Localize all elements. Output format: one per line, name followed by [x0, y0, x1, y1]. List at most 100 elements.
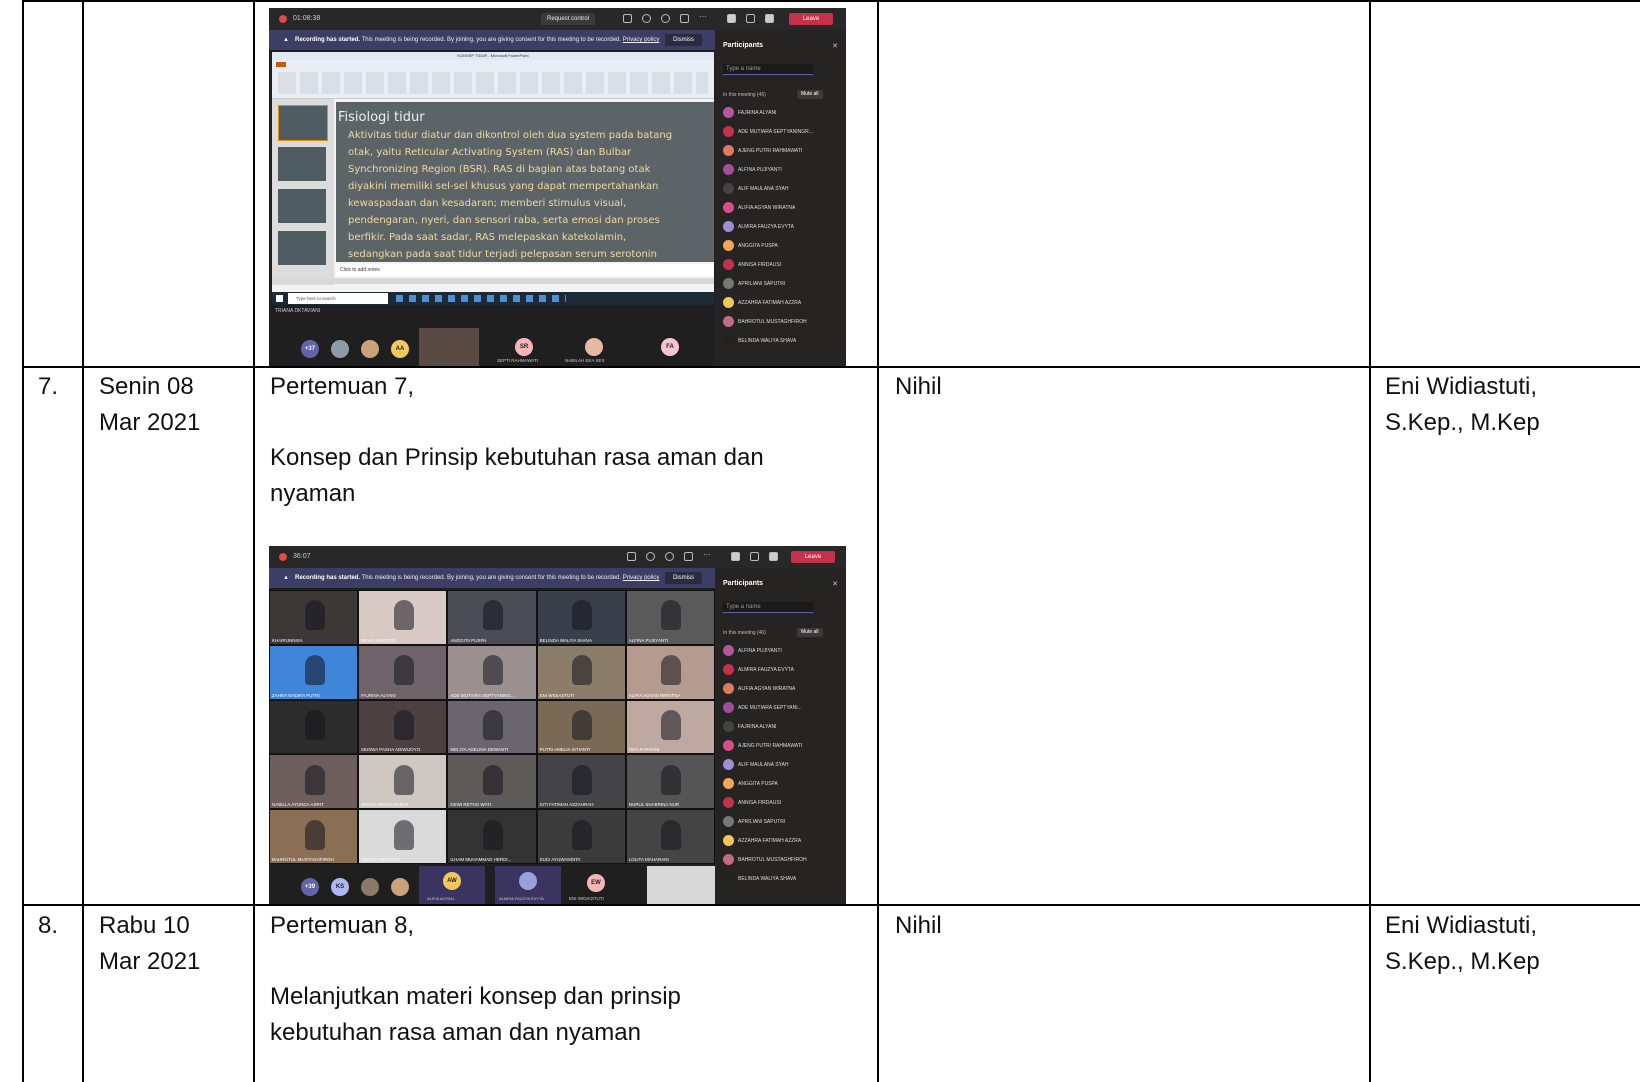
- reactions-icon[interactable]: [665, 552, 674, 561]
- participant-silhouette: [482, 600, 503, 631]
- participant-row[interactable]: AJENG PUTRI RAHMAWATI: [723, 144, 802, 158]
- video-tile[interactable]: ANNISA FIRDAUSI: [358, 809, 448, 864]
- video-tile: [647, 866, 715, 904]
- participant-row[interactable]: ANGGITA PUSPA: [723, 239, 778, 253]
- video-tile[interactable]: MELIYA ADELINA DEWANTI: [447, 699, 537, 755]
- avatar: [723, 259, 734, 271]
- close-icon[interactable]: ✕: [832, 580, 838, 588]
- participant-name: ALIFIA AGYAN WIRATNA: [628, 692, 681, 698]
- request-control-button[interactable]: Request control: [541, 13, 596, 25]
- participant-row[interactable]: ANNISA FIRDAUSI: [723, 258, 781, 272]
- more-icon[interactable]: ···: [699, 13, 708, 23]
- participants-icon[interactable]: [627, 552, 636, 561]
- participant-row[interactable]: FAJRINA ALYANI: [723, 106, 776, 120]
- participant-row[interactable]: AJENG PUTRI RAHMAWATI: [723, 739, 802, 753]
- participant-row[interactable]: AZZAHRA FATIMAH AZZRA: [723, 834, 801, 848]
- slide-line: kewaspadaan dan kesadaran; memberi stimu…: [348, 198, 627, 209]
- windows-start-icon[interactable]: [276, 295, 283, 302]
- notes-pane[interactable]: Click to add notes: [336, 264, 714, 276]
- participant-row[interactable]: ANNISA FIRDAUSI: [723, 796, 781, 810]
- participant-row[interactable]: ALIF MAULANA SYAH: [723, 182, 788, 196]
- video-tile[interactable]: SHAFA AMALIA TAZHA: [358, 754, 448, 810]
- video-tile[interactable]: SUCI AYUWANDITA: [536, 809, 626, 864]
- participant-row[interactable]: ALIFIA AGYAN WIRATNA: [723, 682, 795, 696]
- slide-thumbnail[interactable]: [278, 147, 326, 181]
- participant-row[interactable]: ALMIRA FAUZYA EVYTA: [723, 663, 794, 677]
- mic-icon[interactable]: [750, 552, 759, 561]
- mic-icon[interactable]: [746, 14, 755, 23]
- video-tile[interactable]: ALIFIA AGYAN WIRATNA: [625, 644, 715, 700]
- video-tile[interactable]: ANGGITA PUSPA: [447, 590, 537, 645]
- privacy-link[interactable]: Privacy policy: [623, 37, 660, 43]
- video-tile[interactable]: MUSWA PASHA ADIWIJOYO: [358, 699, 448, 755]
- more-icon[interactable]: ···: [703, 551, 712, 561]
- video-tile[interactable]: BELINDA WALIYA SHAVA: [536, 590, 626, 645]
- video-tile[interactable]: FAJRINA ALYANI: [358, 644, 448, 700]
- video-tile[interactable]: BAHROTUL MUSTAGHFIROH: [269, 809, 359, 864]
- participant-row[interactable]: ANGGITA PUSPA: [723, 777, 778, 791]
- chat-icon[interactable]: [646, 552, 655, 561]
- participant-row[interactable]: BELINDA WALIYA SHAVA: [723, 334, 796, 348]
- participant-row[interactable]: FAJRINA ALYANI: [723, 720, 776, 734]
- participant-name: ALMIRA FAUZYA EVYTA: [738, 224, 794, 230]
- video-tile[interactable]: [269, 699, 359, 755]
- participant-row[interactable]: BAHROTUL MUSTAGHFIROH: [723, 853, 807, 867]
- video-tile[interactable]: SITI FATIMAH AZZAHRAH: [536, 754, 626, 810]
- participants-search[interactable]: Type a name: [723, 602, 813, 613]
- camera-icon[interactable]: [731, 552, 740, 561]
- video-tile[interactable]: PUTRI AMELIA ISTIANTI: [536, 699, 626, 755]
- avatar: [723, 145, 734, 157]
- video-tile[interactable]: DEWI RETNO WATI: [447, 754, 537, 810]
- leave-button[interactable]: Leave: [791, 551, 835, 563]
- share-icon[interactable]: [765, 14, 774, 23]
- video-tile[interactable]: DEVIA AGUSTIN: [358, 590, 448, 645]
- participant-row[interactable]: ALFINA PUJIYANTI: [723, 644, 782, 658]
- video-tile[interactable]: RIZA FARHANI: [625, 699, 715, 755]
- video-tile[interactable]: ILHAM MUHAMMAD HERDI...: [447, 809, 537, 864]
- mute-all-button[interactable]: Mute all: [797, 628, 823, 637]
- participant-row[interactable]: ALIF MAULANA SYAH: [723, 758, 788, 772]
- video-tile[interactable]: NABILLA AYUNDA ASRIT: [269, 754, 359, 810]
- video-tile[interactable]: ADE MUTIARA SEPTYANING...: [447, 644, 537, 700]
- more-participants-badge[interactable]: +39: [301, 878, 319, 896]
- camera-icon[interactable]: [727, 14, 736, 23]
- reactions-icon[interactable]: [661, 14, 670, 23]
- participant-row[interactable]: ALMIRA FAUZYA EVYTA: [723, 220, 794, 234]
- video-tile[interactable]: LOLITA MAHARANI: [625, 809, 715, 864]
- avatar: [723, 202, 734, 214]
- close-icon[interactable]: ✕: [832, 42, 838, 50]
- participant-row[interactable]: ADE MUTIARA SEPTYANINGR...: [723, 125, 813, 139]
- more-participants-badge[interactable]: +37: [301, 340, 319, 358]
- video-tile[interactable]: NURUL SHABRINA NUR: [625, 754, 715, 810]
- participant-row[interactable]: AZZAHRA FATIMAH AZZRA: [723, 296, 801, 310]
- participant-row[interactable]: APRILIANI SAPUTRI: [723, 277, 785, 291]
- participant-row[interactable]: BELINDA WALIYA SHAVA: [723, 872, 796, 886]
- share-icon[interactable]: [769, 552, 778, 561]
- slide-thumbnail[interactable]: [278, 231, 326, 265]
- rooms-icon[interactable]: [680, 14, 689, 23]
- slide-thumbnail[interactable]: [278, 105, 328, 141]
- participant-row[interactable]: ALIFIA AGYAN WIRATNA: [723, 201, 795, 215]
- chat-icon[interactable]: [642, 14, 651, 23]
- mute-all-button[interactable]: Mute all: [797, 90, 823, 99]
- video-tile[interactable]: ALFINA PUJIYANTI: [625, 590, 715, 645]
- video-tile[interactable]: ZAHRA NADIRA PUTRI: [269, 644, 359, 700]
- slide-thumbnail[interactable]: [278, 189, 326, 223]
- taskbar-search[interactable]: Type here to search: [288, 293, 388, 304]
- privacy-link[interactable]: Privacy policy: [623, 575, 660, 581]
- leave-button[interactable]: Leave: [789, 13, 833, 25]
- participant-silhouette: [572, 819, 593, 850]
- participant-row[interactable]: BAHROTUL MUSTAGHFIROH: [723, 315, 807, 329]
- participant-row[interactable]: ADE MUTIARA SEPTYANI...: [723, 701, 802, 715]
- dismiss-button[interactable]: Dismiss: [665, 572, 702, 584]
- participants-search[interactable]: Type a name: [723, 64, 813, 75]
- rooms-icon[interactable]: [684, 552, 693, 561]
- video-tile[interactable]: KHAIRUNNISA: [269, 590, 359, 645]
- participant-row[interactable]: ALFINA PUJIYANTI: [723, 163, 782, 177]
- participant-row[interactable]: APRILIANI SAPUTRI: [723, 815, 785, 829]
- table-border-left: [22, 0, 24, 1082]
- participants-icon[interactable]: [623, 14, 632, 23]
- dismiss-button[interactable]: Dismiss: [665, 34, 702, 46]
- video-tile[interactable]: ENI WIDIASTUTI: [536, 644, 626, 700]
- file-tab[interactable]: [276, 62, 286, 67]
